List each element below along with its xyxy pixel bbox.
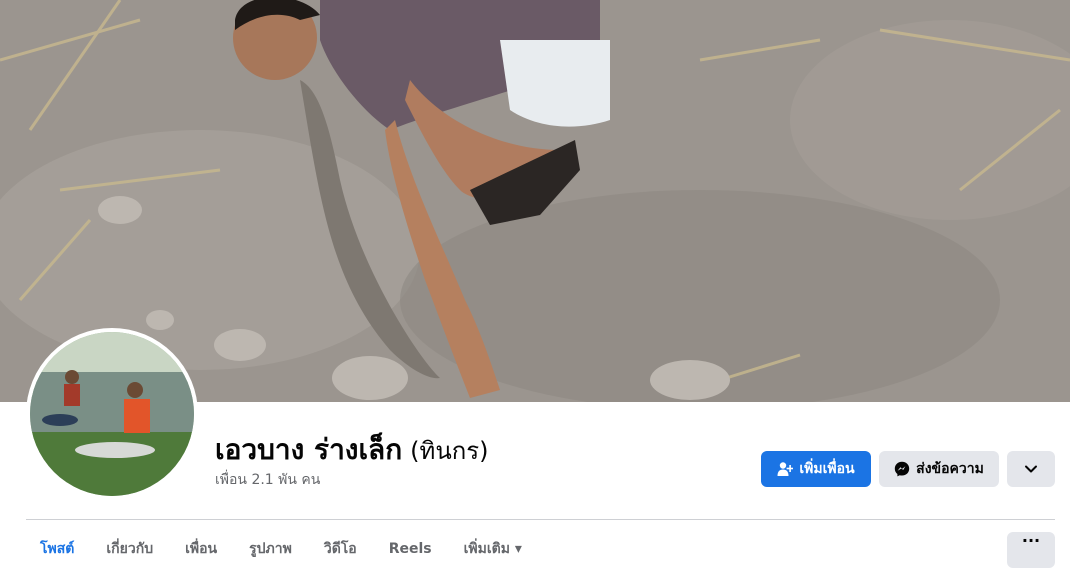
avatar-image bbox=[30, 332, 194, 496]
tab-friends[interactable]: เพื่อน bbox=[169, 534, 233, 557]
tab-more[interactable]: เพิ่มเติม ▾ bbox=[448, 534, 538, 557]
header-divider bbox=[26, 519, 1055, 520]
profile-name-line: เอวบาง ร่างเล็ก (ทินกร) bbox=[215, 428, 489, 472]
tab-reels[interactable]: Reels bbox=[373, 534, 448, 557]
tab-photos[interactable]: รูปภาพ bbox=[233, 534, 308, 557]
tab-about[interactable]: เกี่ยวกับ bbox=[90, 534, 169, 557]
cover-photo-image bbox=[0, 0, 1070, 402]
tab-videos[interactable]: วิดีโอ bbox=[308, 534, 373, 557]
more-dots-icon: ··· bbox=[1021, 531, 1041, 550]
friends-count[interactable]: เพื่อน 2.1 พัน คน bbox=[215, 469, 320, 491]
message-label: ส่งข้อความ bbox=[916, 461, 984, 477]
profile-name: เอวบาง ร่างเล็ก bbox=[215, 433, 403, 466]
messenger-icon bbox=[894, 461, 910, 477]
add-friend-label: เพิ่มเพื่อน bbox=[799, 461, 855, 477]
cover-photo[interactable] bbox=[0, 0, 1070, 402]
tabs-more-button[interactable]: ··· bbox=[1007, 532, 1055, 568]
add-user-icon bbox=[777, 462, 794, 476]
profile-alternate-name: (ทินกร) bbox=[410, 437, 489, 465]
more-actions-button[interactable] bbox=[1007, 451, 1055, 487]
message-button[interactable]: ส่งข้อความ bbox=[879, 451, 999, 487]
chevron-down-icon bbox=[1025, 465, 1037, 473]
profile-tabs: โพสต์ เกี่ยวกับ เพื่อน รูปภาพ วิดีโอ Ree… bbox=[26, 534, 538, 557]
profile-avatar[interactable] bbox=[26, 328, 198, 500]
tab-posts[interactable]: โพสต์ bbox=[26, 534, 90, 557]
add-friend-button[interactable]: เพิ่มเพื่อน bbox=[761, 451, 871, 487]
